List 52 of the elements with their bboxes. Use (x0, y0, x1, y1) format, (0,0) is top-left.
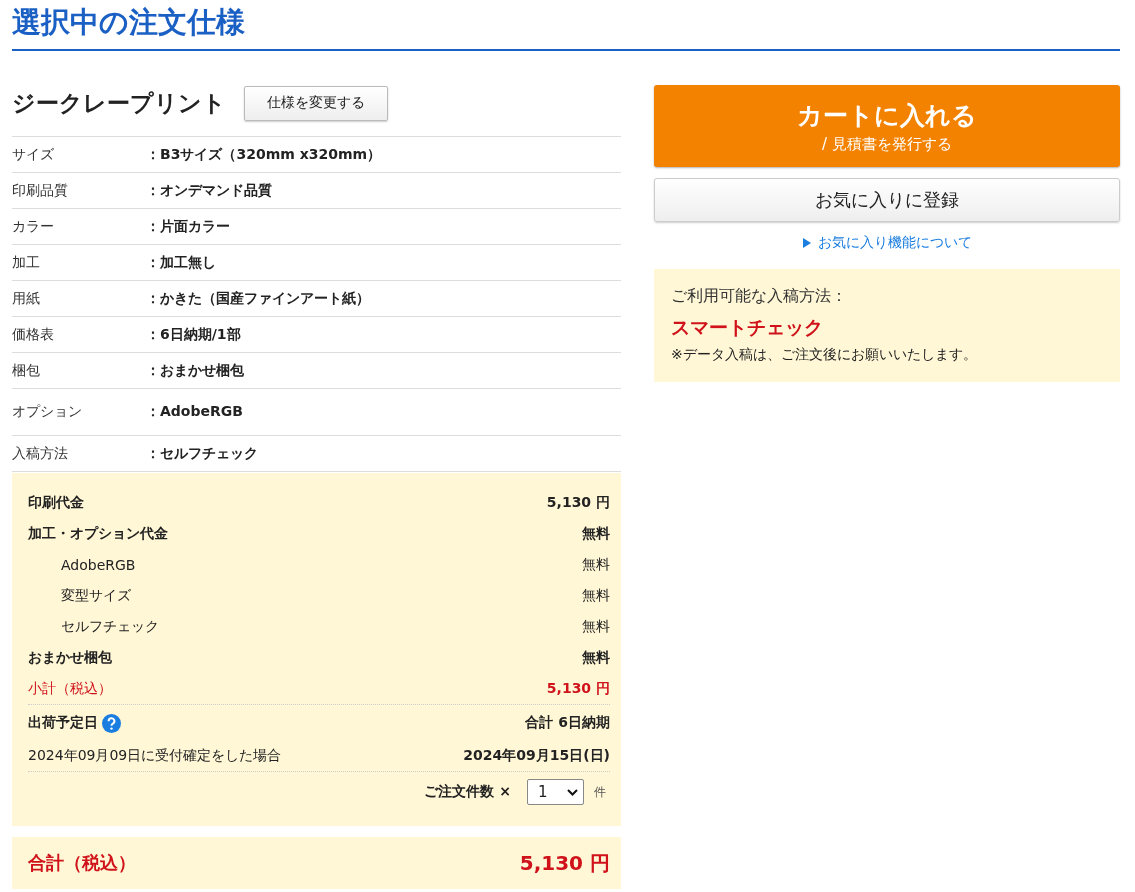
page-title: 選択中の注文仕様 (12, 0, 1120, 51)
charge-amount: 5,130 円 (546, 493, 610, 512)
spec-label: サイズ (12, 145, 55, 164)
favorite-button[interactable]: お気に入りに登録 (654, 178, 1120, 222)
charge-label: 小計（税込） (28, 679, 112, 698)
upload-method: スマートチェック (671, 315, 824, 340)
spec-value: ：加工無し (146, 253, 216, 272)
favorite-info-link[interactable]: お気に入り機能について (817, 234, 972, 252)
spec-label: 梱包 (12, 361, 41, 380)
quantity-unit: 件 (594, 783, 606, 801)
product-name: ジークレープリント (12, 88, 226, 118)
charge-label: 変型サイズ (61, 586, 131, 605)
spec-value: ：オンデマンド品質 (146, 181, 272, 200)
charge-label: 加工・オプション代金 (28, 524, 168, 543)
spec-label: 加工 (12, 253, 41, 272)
total-amount: 5,130 円 (519, 849, 610, 877)
charge-amount: 無料 (582, 648, 610, 667)
shipping-condition: 2024年09月09日に受付確定をした場合 (28, 747, 282, 765)
spec-value: ：B3サイズ（320mm x320mm） (146, 145, 382, 164)
charge-amount: 無料 (582, 524, 610, 543)
triangle-icon (802, 238, 811, 248)
spec-label: 入稿方法 (12, 444, 69, 463)
spec-value: ：セルフチェック (146, 444, 258, 463)
spec-label: 用紙 (12, 289, 41, 308)
spec-label: オプション (12, 403, 83, 421)
spec-label: 価格表 (12, 325, 55, 344)
spec-label: カラー (12, 217, 55, 236)
spec-value: ：おまかせ梱包 (146, 361, 244, 380)
spec-label: 印刷品質 (12, 181, 69, 200)
charge-amount: 無料 (582, 586, 610, 605)
charge-label: セルフチェック (61, 617, 159, 636)
help-icon[interactable] (102, 713, 121, 733)
quantity-label: ご注文件数 × (424, 783, 511, 801)
shipping-label: 出荷予定日 (28, 714, 98, 732)
spec-value: ：AdobeRGB (146, 403, 243, 421)
spec-value: ：6日納期/1部 (146, 325, 241, 344)
charge-label: 印刷代金 (28, 493, 84, 512)
charge-amount: 無料 (582, 617, 610, 636)
upload-note: ※データ入稿は、ご注文後にお願いいたします。 (671, 346, 978, 364)
charge-label: AdobeRGB (61, 556, 136, 573)
charge-label: おまかせ梱包 (28, 648, 112, 667)
total-label: 合計（税込） (28, 851, 136, 875)
quantity-select[interactable]: 1 (527, 779, 584, 805)
change-spec-button[interactable]: 仕様を変更する (244, 85, 388, 121)
shipping-date: 2024年09月15日(日) (463, 747, 610, 765)
upload-heading: ご利用可能な入稿方法： (671, 286, 848, 307)
charge-amount: 5,130 円 (546, 679, 610, 698)
spec-value: ：片面カラー (146, 217, 230, 236)
charge-amount: 無料 (582, 555, 610, 574)
shipping-total: 合計 6日納期 (525, 714, 610, 732)
caret-icon (567, 788, 578, 796)
spec-value: ：かきた（国産ファインアート紙） (146, 289, 370, 308)
